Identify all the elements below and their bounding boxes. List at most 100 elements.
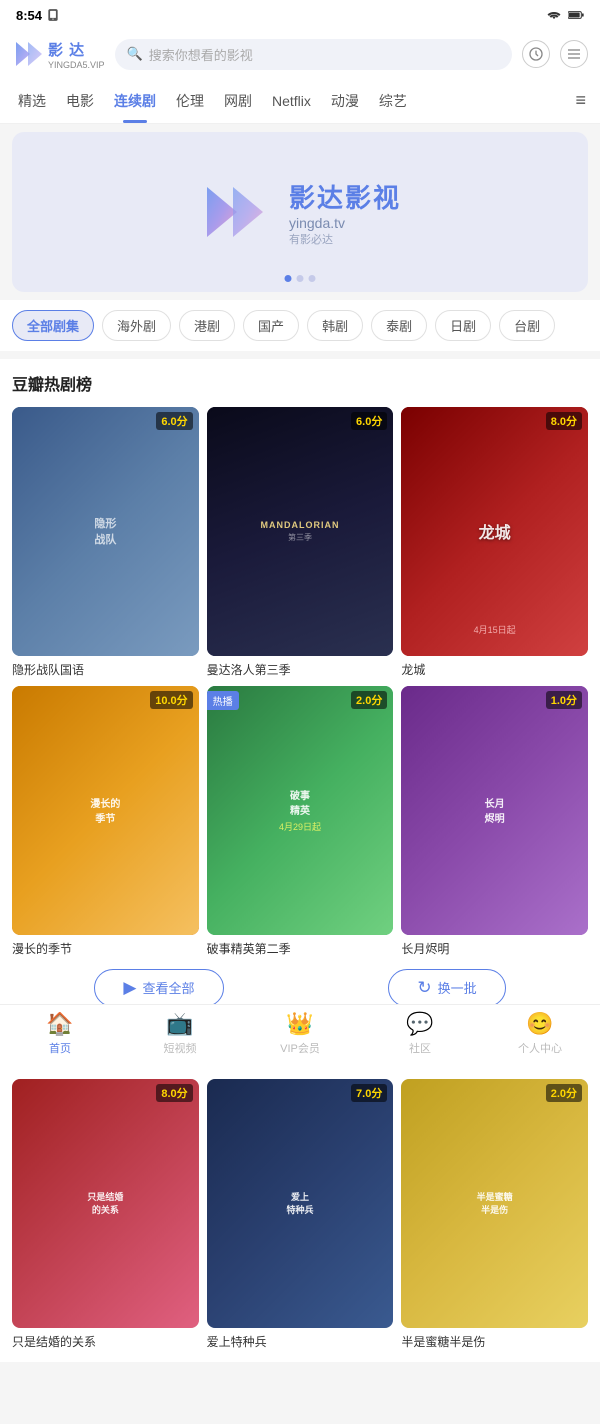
nav-shortvideo[interactable]: 📺 短视频 (120, 1011, 240, 1056)
community-icon: 💬 (406, 1011, 433, 1037)
nav-tabs: 精选 电影 连续剧 伦理 网剧 Netflix 动漫 综艺 ≡ (0, 78, 600, 124)
status-time: 8:54 (16, 8, 60, 23)
nav-community-label: 社区 (409, 1040, 431, 1056)
chip-taiwan[interactable]: 台剧 (499, 310, 555, 341)
chip-all[interactable]: 全部剧集 (12, 310, 94, 341)
header: 影 达 YINGDA5.VIP 🔍 搜索你想看的影视 (0, 30, 600, 78)
banner-dot-1 (285, 275, 292, 282)
chip-domestic[interactable]: 国产 (243, 310, 299, 341)
chip-hk[interactable]: 港剧 (179, 310, 235, 341)
hot-grid: 只是结婚的关系 8.0分 只是结婚的关系 爱上特种兵 7.0分 爱上特种兵 半是… (12, 1079, 588, 1350)
banner-dot-2 (297, 275, 304, 282)
history-icon[interactable] (522, 40, 550, 68)
person-icon: 😊 (526, 1011, 553, 1037)
chip-overseas[interactable]: 海外剧 (102, 310, 171, 341)
media-thumb-2: 龙城 4月15日起 8.0分 (401, 407, 588, 656)
media-thumb-1: MANDALORIAN 第三季 6.0分 (207, 407, 394, 656)
tab-dianying[interactable]: 电影 (56, 79, 104, 123)
banner[interactable]: 影达影视 yingda.tv 有影必达 (12, 132, 588, 292)
menu-icon[interactable] (560, 40, 588, 68)
media-card-4[interactable]: 破事精英 4月29日起 热播 2.0分 破事精英第二季 (207, 686, 394, 957)
media-title-2: 龙城 (401, 661, 588, 678)
hot-card-0[interactable]: 只是结婚的关系 8.0分 只是结婚的关系 (12, 1079, 199, 1350)
media-thumb-5: 长月烬明 1.0分 (401, 686, 588, 935)
media-thumb-0: 隐形战队 6.0分 (12, 407, 199, 656)
media-title-5: 长月烬明 (401, 940, 588, 957)
banner-dot-3 (309, 275, 316, 282)
media-title-0: 隐形战队国语 (12, 661, 199, 678)
media-card-3[interactable]: 漫长的季节 10.0分 漫长的季节 (12, 686, 199, 957)
media-card-0[interactable]: 隐形战队 6.0分 隐形战队国语 (12, 407, 199, 678)
media-badge-4: 热播 (207, 691, 239, 710)
search-bar[interactable]: 🔍 搜索你想看的影视 (115, 39, 512, 70)
tab-netflix[interactable]: Netflix (262, 81, 321, 121)
hot-score-1: 7.0分 (351, 1084, 387, 1102)
logo[interactable]: 影 达 YINGDA5.VIP (12, 38, 105, 70)
status-icons (546, 9, 584, 21)
android-icon (46, 8, 60, 22)
douban-section: 豆瓣热剧榜 隐形战队 6.0分 隐形战队国语 MANDALORIAN 第三季 6… (0, 359, 600, 1023)
view-all-label: 查看全部 (142, 978, 194, 997)
video-icon: 📺 (166, 1011, 193, 1037)
nav-vip[interactable]: 👑 VIP会员 (240, 1011, 360, 1056)
tab-wangju[interactable]: 网剧 (214, 79, 262, 123)
media-thumb-3: 漫长的季节 10.0分 (12, 686, 199, 935)
hot-title-0: 只是结婚的关系 (12, 1333, 199, 1350)
view-all-button[interactable]: ▶ 查看全部 (94, 969, 223, 1007)
tab-zongyi[interactable]: 综艺 (369, 79, 417, 123)
douban-section-title: 豆瓣热剧榜 (12, 371, 588, 395)
media-thumb-4: 破事精英 4月29日起 热播 2.0分 (207, 686, 394, 935)
hot-title-1: 爱上特种兵 (207, 1333, 394, 1350)
media-score-0: 6.0分 (156, 412, 192, 430)
hot-section: 热门推荐 只是结婚的关系 8.0分 只是结婚的关系 爱上特种兵 7.0分 爱上特… (0, 1031, 600, 1362)
media-title-3: 漫长的季节 (12, 940, 199, 957)
nav-community[interactable]: 💬 社区 (360, 1011, 480, 1056)
banner-text: 影达影视 yingda.tv 有影必达 (289, 178, 401, 247)
media-score-2: 8.0分 (546, 412, 582, 430)
status-bar: 8:54 (0, 0, 600, 30)
banner-dots (285, 275, 316, 282)
refresh-label: 换一批 (438, 978, 477, 997)
nav-home-label: 首页 (49, 1040, 71, 1056)
media-title-1: 曼达洛人第三季 (207, 661, 394, 678)
refresh-button[interactable]: ↻ 换一批 (388, 969, 505, 1007)
media-card-1[interactable]: MANDALORIAN 第三季 6.0分 曼达洛人第三季 (207, 407, 394, 678)
hot-thumb-1: 爱上特种兵 7.0分 (207, 1079, 394, 1328)
hot-score-2: 2.0分 (546, 1084, 582, 1102)
media-score-5: 1.0分 (546, 691, 582, 709)
filter-chips: 全部剧集 海外剧 港剧 国产 韩剧 泰剧 日剧 台剧 (0, 300, 600, 351)
chip-korean[interactable]: 韩剧 (307, 310, 363, 341)
hot-thumb-2: 半是蜜糖半是伤 2.0分 (401, 1079, 588, 1328)
logo-text: 影 达 YINGDA5.VIP (48, 39, 105, 70)
chip-japanese[interactable]: 日剧 (435, 310, 491, 341)
refresh-icon: ↻ (417, 978, 431, 998)
hot-title-2: 半是蜜糖半是伤 (401, 1333, 588, 1350)
nav-more-icon[interactable]: ≡ (569, 78, 592, 123)
douban-grid: 隐形战队 6.0分 隐形战队国语 MANDALORIAN 第三季 6.0分 曼达… (12, 407, 588, 957)
hot-score-0: 8.0分 (156, 1084, 192, 1102)
media-card-5[interactable]: 长月烬明 1.0分 长月烬明 (401, 686, 588, 957)
media-title-4: 破事精英第二季 (207, 940, 394, 957)
home-icon: 🏠 (46, 1011, 73, 1037)
nav-shortvideo-label: 短视频 (164, 1040, 197, 1056)
nav-profile[interactable]: 😊 个人中心 (480, 1011, 600, 1056)
tab-lunli[interactable]: 伦理 (166, 79, 214, 123)
banner-content: 影达影视 yingda.tv 有影必达 (199, 177, 401, 247)
crown-icon: 👑 (286, 1011, 313, 1037)
media-score-1: 6.0分 (351, 412, 387, 430)
media-card-2[interactable]: 龙城 4月15日起 8.0分 龙城 (401, 407, 588, 678)
chip-thai[interactable]: 泰剧 (371, 310, 427, 341)
media-score-3: 10.0分 (150, 691, 192, 709)
tab-dongman[interactable]: 动漫 (321, 79, 369, 123)
bottom-nav: 🏠 首页 📺 短视频 👑 VIP会员 💬 社区 😊 个人中心 (0, 1004, 600, 1066)
hot-card-2[interactable]: 半是蜜糖半是伤 2.0分 半是蜜糖半是伤 (401, 1079, 588, 1350)
search-icon: 🔍 (127, 46, 143, 62)
media-score-4: 2.0分 (351, 691, 387, 709)
hot-card-1[interactable]: 爱上特种兵 7.0分 爱上特种兵 (207, 1079, 394, 1350)
nav-profile-label: 个人中心 (518, 1040, 562, 1056)
wifi-icon (546, 9, 562, 21)
tab-lianjuju[interactable]: 连续剧 (104, 79, 166, 123)
nav-home[interactable]: 🏠 首页 (0, 1011, 120, 1056)
tab-jingxuan[interactable]: 精选 (8, 79, 56, 123)
logo-icon (12, 38, 44, 70)
